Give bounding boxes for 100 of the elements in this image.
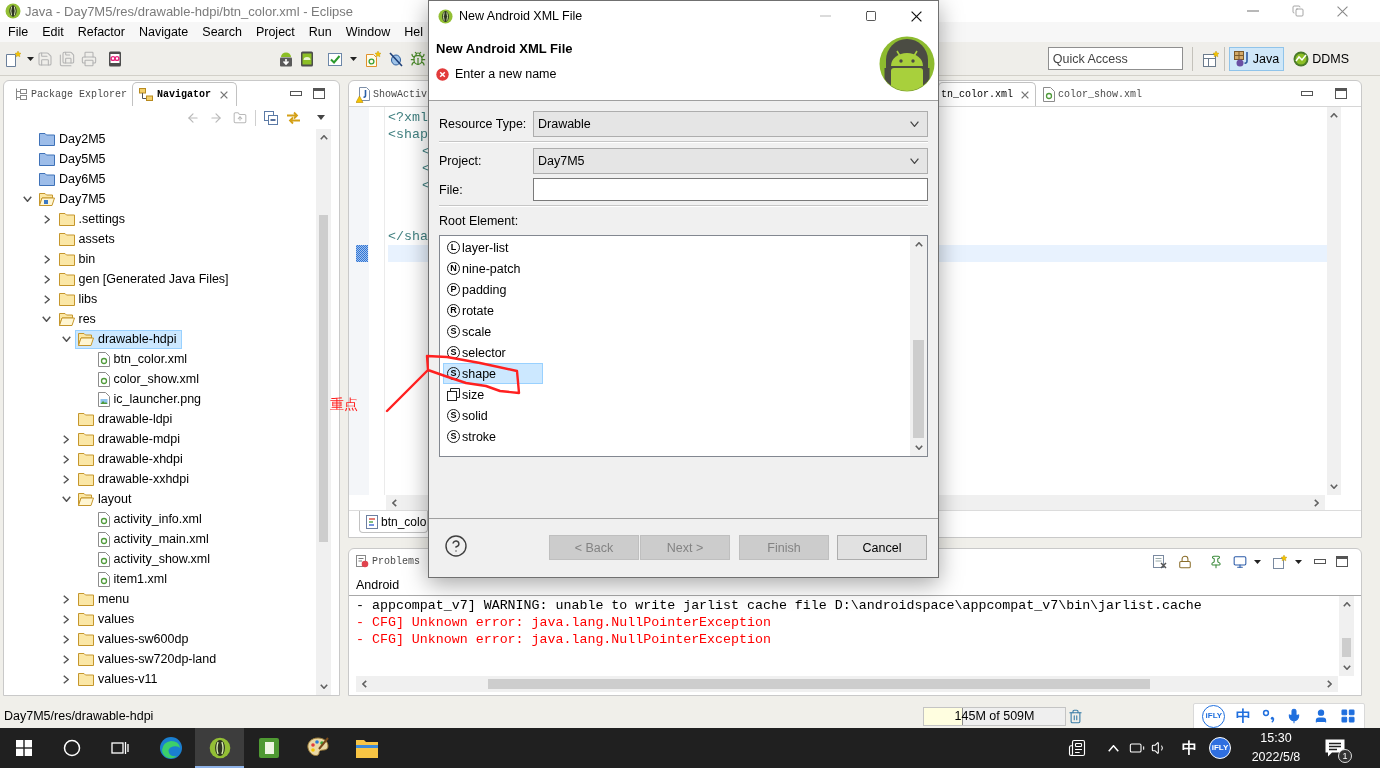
crossed-circle-icon[interactable] xyxy=(388,50,404,67)
device-screen-icon[interactable] xyxy=(107,50,123,67)
clock-time[interactable]: 15:30 xyxy=(1260,731,1292,746)
menubar-item[interactable]: Navigate xyxy=(131,23,196,41)
tree-item[interactable]: assets xyxy=(55,229,120,249)
eclipse-logo-icon[interactable] xyxy=(208,737,231,759)
tree-item[interactable]: bin xyxy=(55,249,101,269)
monitor-icon[interactable] xyxy=(1233,554,1247,569)
editor-tab[interactable]: ShowActiv xyxy=(349,82,428,106)
scroll-left-icon[interactable] xyxy=(362,680,367,688)
editor-tab[interactable]: color_show.xml xyxy=(1036,82,1150,106)
editor-page-tab[interactable]: btn_colo xyxy=(359,511,429,533)
scroll-right-icon[interactable] xyxy=(1327,680,1332,688)
notification-icon[interactable] xyxy=(1325,739,1345,757)
scroll-left-icon[interactable] xyxy=(392,498,397,507)
tree-item[interactable]: activity_info.xml xyxy=(94,509,207,529)
editor-tab[interactable]: tn_color.xml xyxy=(938,82,1037,106)
input-mode-indicator[interactable]: 中 xyxy=(1182,739,1197,757)
scroll-down-icon[interactable] xyxy=(1330,484,1338,489)
scrollbar-thumb[interactable] xyxy=(913,339,924,438)
minimize-icon[interactable] xyxy=(1314,559,1326,564)
input-method-logo[interactable]: iFLY xyxy=(1209,737,1231,759)
maximize-icon[interactable] xyxy=(1336,556,1348,567)
list-item[interactable]: N nine-patch xyxy=(443,258,543,279)
clear-console-icon[interactable] xyxy=(1153,554,1167,569)
tree-item[interactable]: menu xyxy=(75,589,135,609)
list-item[interactable]: S stroke xyxy=(443,426,543,447)
maximize-icon[interactable] xyxy=(1335,88,1347,99)
lock-icon[interactable] xyxy=(1178,554,1192,569)
tree-item[interactable]: gen [Generated Java Files] xyxy=(55,269,234,289)
checkbox-icon[interactable] xyxy=(327,50,343,67)
tree-item[interactable]: color_show.xml xyxy=(94,369,204,389)
tree-item[interactable]: drawable-xhdpi xyxy=(75,449,188,469)
vertical-scrollbar[interactable] xyxy=(1327,107,1341,495)
tree-item[interactable]: Day5M5 xyxy=(36,149,111,169)
scroll-up-icon[interactable] xyxy=(1330,113,1338,118)
menubar-item[interactable]: Run xyxy=(301,23,339,41)
scroll-up-icon[interactable] xyxy=(1342,602,1351,607)
clock-date[interactable]: 2022/5/8 xyxy=(1251,750,1301,765)
menubar-item[interactable]: File xyxy=(1,23,36,41)
menubar-item[interactable]: Project xyxy=(248,23,302,41)
menubar-item[interactable]: Window xyxy=(338,23,398,41)
battery-icon[interactable] xyxy=(1129,740,1145,756)
tree-item[interactable]: Day2M5 xyxy=(36,129,111,149)
tree-item[interactable]: values-sw720dp-land xyxy=(75,649,222,669)
android-phone-icon[interactable] xyxy=(299,50,315,67)
view-tab[interactable]: Navigator xyxy=(132,82,238,106)
tree-item[interactable]: values-sw600dp xyxy=(75,629,194,649)
view-tab[interactable]: Package Explorer xyxy=(8,82,132,106)
chevron-up-icon[interactable] xyxy=(1108,744,1119,752)
maximize-icon[interactable] xyxy=(865,10,877,22)
dropdown-caret-icon[interactable] xyxy=(27,56,34,61)
app-icon[interactable] xyxy=(257,737,280,759)
list-item[interactable]: S scale xyxy=(443,321,543,342)
news-icon[interactable] xyxy=(1068,739,1086,757)
tree-item[interactable]: values-v11 xyxy=(75,669,163,689)
minimize-icon[interactable] xyxy=(1301,91,1313,96)
dropdown[interactable]: Drawable xyxy=(533,111,928,137)
open-perspective-icon[interactable] xyxy=(1202,50,1219,67)
list-item[interactable]: R rotate xyxy=(443,300,543,321)
punctuation-icon[interactable] xyxy=(1261,709,1276,723)
menubar-item[interactable]: Search xyxy=(195,23,249,41)
file-name-field[interactable] xyxy=(533,178,928,201)
list-item[interactable]: S shape xyxy=(443,363,543,384)
windows-logo-icon[interactable] xyxy=(16,740,32,756)
scroll-down-icon[interactable] xyxy=(319,684,328,689)
perspective-button[interactable]: DDMS xyxy=(1288,46,1354,71)
tree-item[interactable]: drawable-mdpi xyxy=(75,429,185,449)
menubar-item[interactable]: Edit xyxy=(35,23,71,41)
tree-item[interactable]: ic_launcher.png xyxy=(94,389,207,409)
bug-icon[interactable] xyxy=(410,50,426,67)
scrollbar-thumb[interactable] xyxy=(488,679,1150,689)
list-item[interactable]: L layer-list xyxy=(443,237,543,258)
new-xml-file-icon[interactable] xyxy=(365,50,381,67)
scrollbar-thumb[interactable] xyxy=(1342,637,1351,657)
scroll-right-icon[interactable] xyxy=(1314,498,1319,507)
folder-icon[interactable] xyxy=(354,737,379,759)
android-download-icon[interactable] xyxy=(278,50,294,67)
scroll-up-icon[interactable] xyxy=(914,242,923,247)
dropdown[interactable]: Day7M5 xyxy=(533,148,928,174)
scroll-down-icon[interactable] xyxy=(914,445,923,450)
horizontal-scrollbar[interactable] xyxy=(356,676,1338,692)
browser-icon[interactable] xyxy=(158,736,183,760)
tree-item[interactable]: libs xyxy=(55,289,103,309)
tree-item[interactable]: layout xyxy=(75,489,137,509)
vertical-scrollbar[interactable] xyxy=(910,236,927,456)
tree-item[interactable]: btn_color.xml xyxy=(94,349,193,369)
dialog-button[interactable]: Cancel xyxy=(837,535,927,560)
tree-item[interactable]: Day7M5 xyxy=(36,189,111,209)
dropdown-caret-icon[interactable] xyxy=(1295,559,1302,564)
menubar-item[interactable]: Hel xyxy=(397,23,430,41)
tree-item[interactable]: Day6M5 xyxy=(36,169,111,189)
minimize-icon[interactable] xyxy=(290,91,302,96)
tree-item[interactable]: values xyxy=(75,609,140,629)
taskbar-button[interactable] xyxy=(195,728,244,768)
tree-item[interactable]: item1.xml xyxy=(94,569,172,589)
help-icon[interactable] xyxy=(444,534,468,558)
trash-icon[interactable] xyxy=(1068,708,1083,724)
dropdown-caret-icon[interactable] xyxy=(1254,559,1261,564)
new-file-icon[interactable] xyxy=(5,50,21,67)
